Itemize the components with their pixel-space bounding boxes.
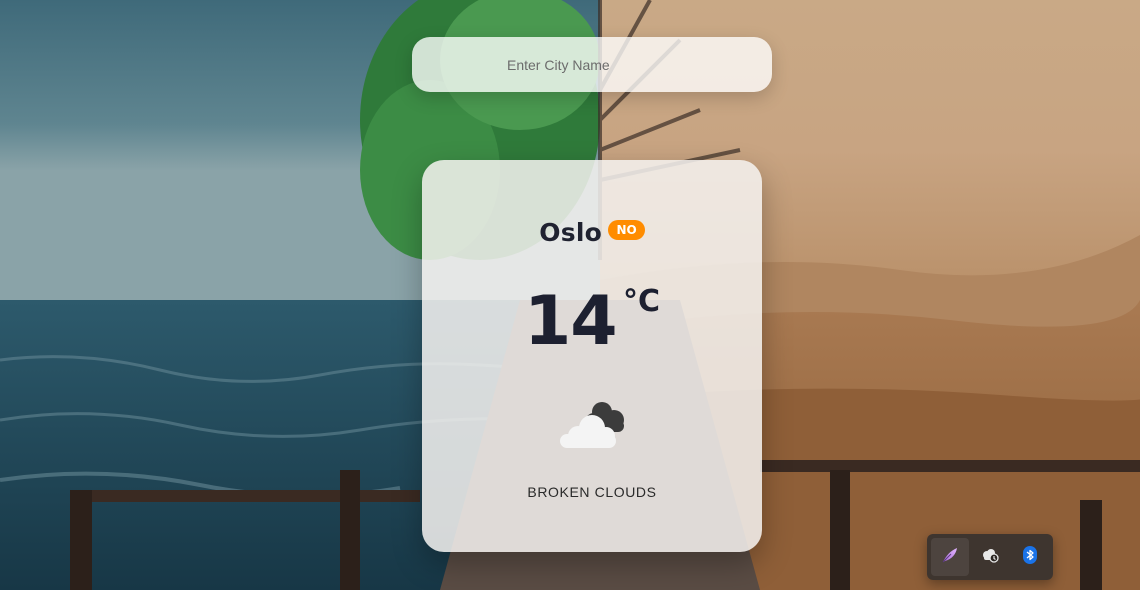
bluetooth-icon <box>1023 545 1037 569</box>
city-search-input[interactable] <box>412 37 772 92</box>
cloud-sync-icon <box>981 546 999 569</box>
temperature-value: 14 <box>523 282 618 361</box>
tray-item-cloud-sync[interactable] <box>971 538 1009 576</box>
broken-clouds-icon <box>556 398 630 450</box>
search-box <box>412 37 772 92</box>
location-row: Oslo NO <box>422 218 762 247</box>
weather-card: Oslo NO 14 °C BROKEN CLOUDS <box>422 160 762 552</box>
city-name: Oslo <box>539 218 602 247</box>
country-badge: NO <box>608 220 645 240</box>
temperature-unit: °C <box>623 284 661 319</box>
tray-item-bluetooth[interactable] <box>1011 538 1049 576</box>
temperature-row: 14 °C <box>422 282 762 361</box>
system-tray-flyout <box>927 534 1053 580</box>
feather-pen-icon <box>941 546 959 569</box>
weather-description: BROKEN CLOUDS <box>527 484 657 500</box>
tray-item-feather[interactable] <box>931 538 969 576</box>
